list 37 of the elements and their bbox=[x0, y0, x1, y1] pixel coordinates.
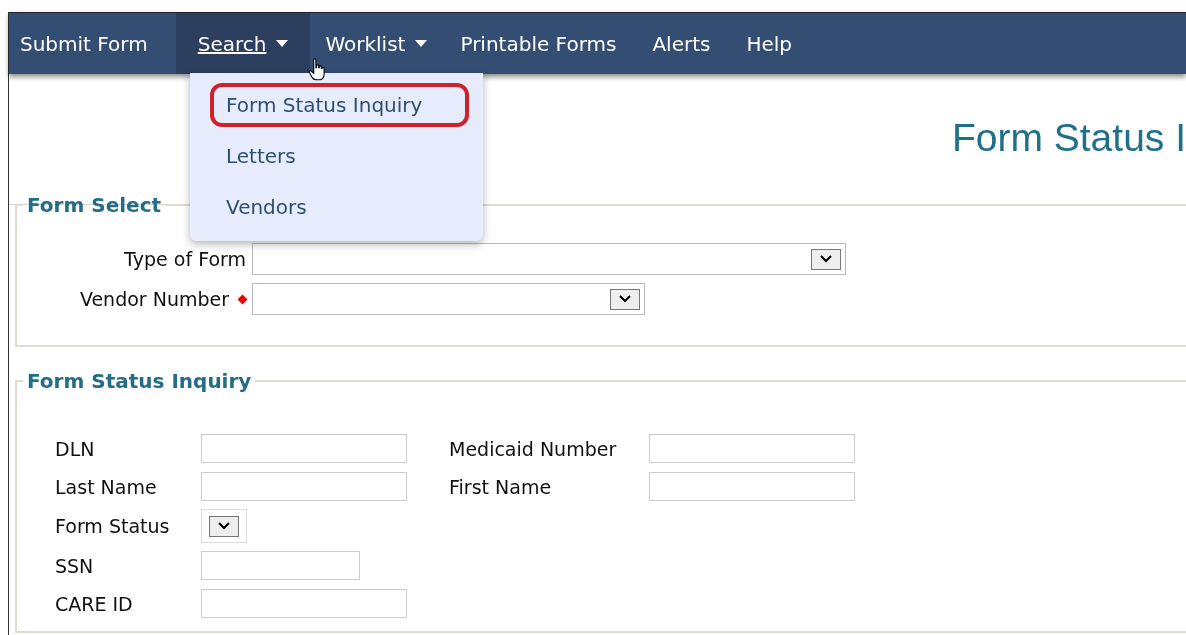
select-field[interactable] bbox=[252, 243, 846, 275]
section-legend: Form Status Inquiry bbox=[23, 369, 256, 393]
dropdown-button[interactable] bbox=[209, 515, 239, 537]
nav-item[interactable]: Submit Form bbox=[9, 13, 176, 74]
nav-item[interactable]: Search bbox=[175, 13, 311, 74]
page-title: Form Status I bbox=[951, 116, 1186, 161]
nav-item[interactable]: Alerts bbox=[641, 13, 736, 74]
input-field[interactable] bbox=[201, 589, 407, 618]
field-label: Form Status bbox=[55, 515, 171, 537]
input-field[interactable] bbox=[201, 472, 407, 501]
field-label: Last Name bbox=[55, 475, 158, 498]
menu-item[interactable]: Vendors bbox=[210, 185, 469, 229]
chevron-down-icon bbox=[820, 255, 832, 263]
field-label: SSN bbox=[55, 554, 95, 577]
select-field[interactable] bbox=[201, 509, 247, 543]
input-field[interactable] bbox=[201, 434, 407, 463]
chevron-down-icon bbox=[619, 295, 631, 303]
dropdown-button[interactable] bbox=[811, 248, 841, 270]
nav-item[interactable]: Help bbox=[735, 13, 815, 74]
menu-item[interactable]: Letters bbox=[210, 134, 469, 178]
dropdown-button[interactable] bbox=[610, 288, 640, 310]
nav-item[interactable]: Printable Forms bbox=[449, 13, 642, 74]
chevron-down-icon bbox=[218, 522, 230, 530]
input-field[interactable] bbox=[649, 472, 855, 501]
select-field[interactable] bbox=[252, 283, 645, 315]
field-label: CARE ID bbox=[55, 592, 134, 615]
hand-cursor-icon bbox=[308, 58, 326, 82]
section-legend: Form Select bbox=[23, 193, 166, 217]
nav-item[interactable]: Worklist bbox=[314, 13, 450, 74]
field-label: Medicaid Number bbox=[449, 437, 618, 460]
menu-item[interactable]: Form Status Inquiry bbox=[210, 83, 469, 127]
field-label: Vendor Number bbox=[79, 288, 229, 310]
field-label: DLN bbox=[55, 437, 96, 460]
input-field[interactable] bbox=[201, 551, 360, 580]
field-label: Type of Form bbox=[124, 248, 246, 270]
input-field[interactable] bbox=[649, 434, 855, 463]
field-label: First Name bbox=[449, 475, 553, 498]
